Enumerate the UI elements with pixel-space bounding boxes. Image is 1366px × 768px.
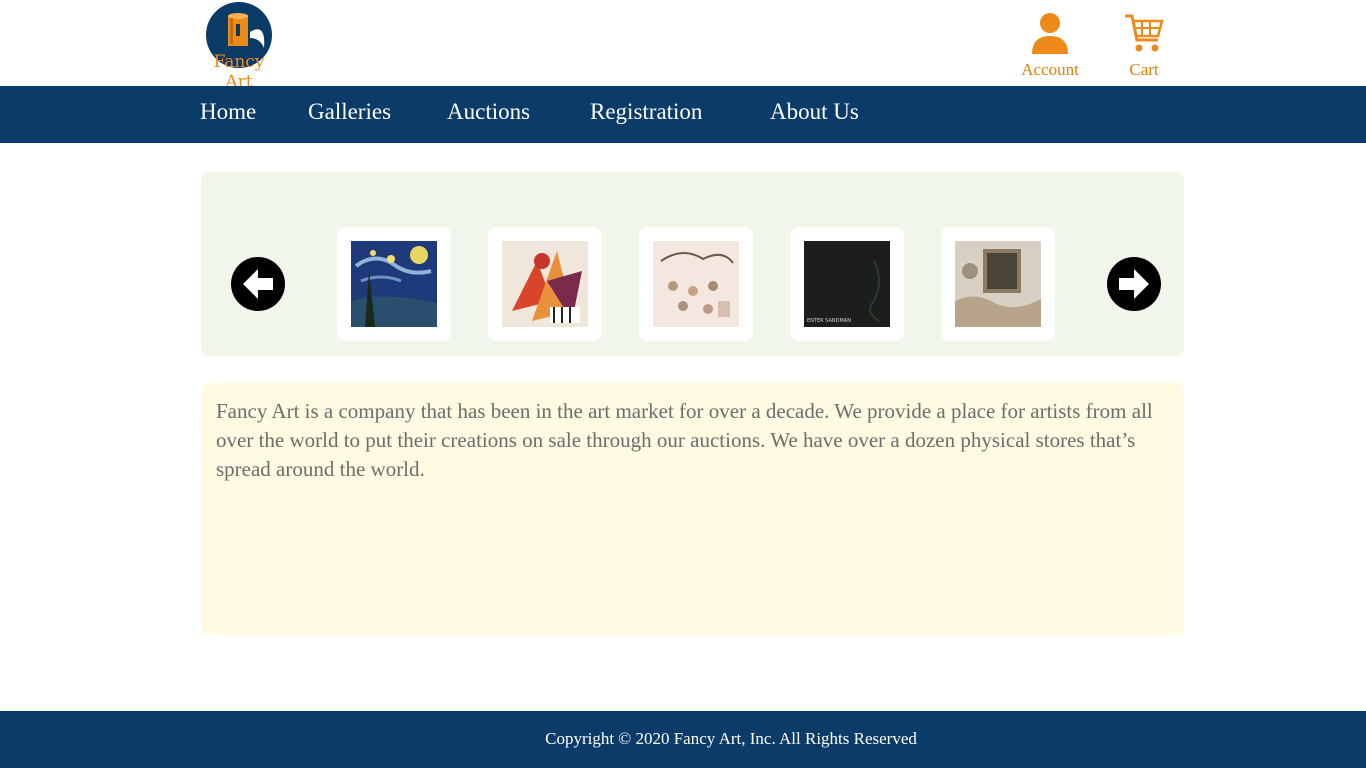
main-nav: Home Galleries Auctions Registration Abo… — [0, 86, 1366, 143]
account-link[interactable]: Account — [1012, 12, 1088, 80]
nav-item-home[interactable]: Home — [200, 99, 256, 125]
nav-item-about-us[interactable]: About Us — [770, 99, 859, 125]
nav-item-registration[interactable]: Registration — [590, 99, 702, 125]
carousel-prev-button[interactable] — [231, 257, 285, 311]
user-icon — [1032, 13, 1068, 54]
arrow-left-circle-icon — [243, 269, 273, 299]
site-header: Fancy Art Account Cart — [0, 0, 1366, 92]
account-label: Account — [1021, 60, 1079, 79]
copyright-text: Copyright © 2020 Fancy Art, Inc. All Rig… — [545, 729, 917, 748]
artwork-image — [653, 241, 739, 327]
shopping-cart-icon — [1125, 14, 1164, 52]
thumbnail-led-zeppelin-ii[interactable] — [639, 227, 753, 341]
thumbnail-abstract-colorful[interactable] — [488, 227, 602, 341]
artwork-image — [351, 241, 437, 327]
nav-item-galleries[interactable]: Galleries — [308, 99, 391, 125]
carousel-next-button[interactable] — [1107, 257, 1161, 311]
arrow-right-circle-icon — [1119, 269, 1149, 299]
cart-label: Cart — [1129, 60, 1159, 79]
about-section: Fancy Art is a company that has been in … — [201, 383, 1184, 635]
artwork-image: ENTER SANDMAN — [804, 241, 890, 327]
logo[interactable]: Fancy Art — [199, 2, 279, 92]
enter-sandman-caption: ENTER SANDMAN — [807, 318, 851, 324]
thumbnail-starry-night[interactable] — [337, 227, 451, 341]
artwork-image — [955, 241, 1041, 327]
about-text: Fancy Art is a company that has been in … — [216, 399, 1153, 481]
cart-link[interactable]: Cart — [1112, 12, 1176, 80]
image-carousel: ENTER SANDMAN — [201, 172, 1184, 356]
thumbnail-led-zeppelin-iv[interactable] — [941, 227, 1055, 341]
site-footer: Copyright © 2020 Fancy Art, Inc. All Rig… — [0, 711, 1366, 768]
nav-item-auctions[interactable]: Auctions — [447, 99, 530, 125]
artwork-image — [502, 241, 588, 327]
thumbnail-enter-sandman[interactable]: ENTER SANDMAN — [790, 227, 904, 341]
